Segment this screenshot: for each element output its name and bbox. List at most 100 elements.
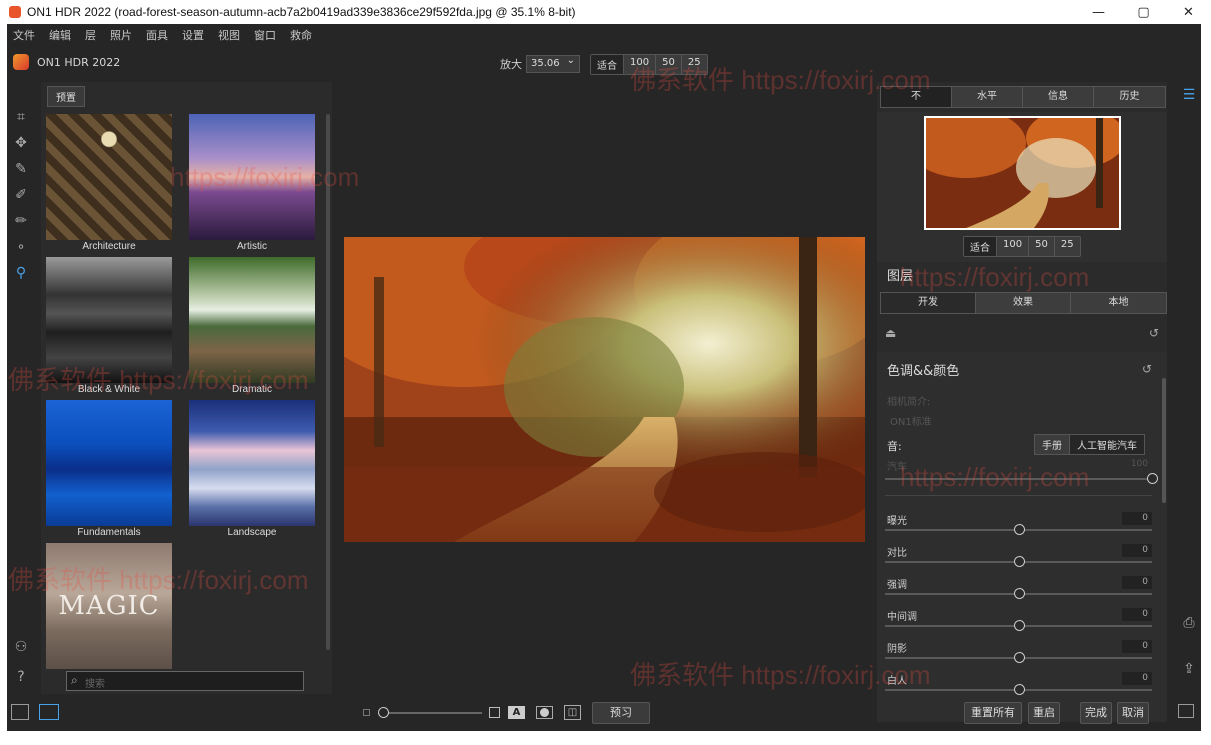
print-icon[interactable]: ⎙	[1175, 610, 1203, 636]
tab-develop[interactable]: 开发	[881, 293, 976, 313]
preset-dramatic[interactable]: Dramatic	[189, 257, 315, 395]
nav-25-button[interactable]: 25	[1054, 237, 1080, 256]
single-panel-icon[interactable]	[11, 704, 29, 720]
tab-effects[interactable]: 效果	[976, 293, 1071, 313]
menu-photo[interactable]: 照片	[110, 27, 132, 43]
menu-window[interactable]: 窗口	[254, 27, 276, 43]
mask-view-icon[interactable]	[536, 706, 553, 719]
slider-knob[interactable]	[1013, 524, 1025, 535]
zoom-select[interactable]: 35.06	[526, 55, 580, 73]
refine-brush-icon[interactable]: ✏	[7, 208, 35, 234]
slider-knob[interactable]	[1013, 588, 1025, 599]
cancel-button[interactable]: 取消	[1117, 702, 1149, 724]
slider-knob[interactable]	[1013, 652, 1025, 663]
preset-architecture[interactable]: Architecture	[46, 114, 172, 252]
shadows-slider[interactable]: 阴影 0	[885, 640, 1152, 670]
mask-brush-icon[interactable]: ✐	[7, 182, 35, 208]
slider-knob[interactable]	[1147, 473, 1158, 484]
slider-value[interactable]: 0	[1122, 672, 1152, 685]
maximize-button[interactable]: ▢	[1121, 0, 1166, 24]
menu-view[interactable]: 视图	[218, 27, 240, 43]
crop-icon[interactable]: ⌗	[7, 104, 35, 130]
title-bar: ON1 HDR 2022 (road-forest-season-autumn-…	[0, 0, 1211, 24]
user-icon[interactable]: ⚇	[7, 634, 35, 660]
done-button[interactable]: 完成	[1080, 702, 1112, 724]
reset-panel-icon[interactable]: ↺	[1149, 326, 1159, 340]
highlights-slider[interactable]: 强调 0	[885, 576, 1152, 606]
export-settings-icon[interactable]: ⏏	[885, 326, 896, 340]
slider-value[interactable]: 0	[1122, 608, 1152, 621]
slider-knob[interactable]	[1013, 684, 1025, 695]
camera-profile-value[interactable]: ON1标准	[890, 413, 932, 428]
menu-file[interactable]: 文件	[13, 27, 35, 43]
tab-history[interactable]: 历史	[1094, 87, 1165, 107]
slider-value[interactable]: 0	[1122, 544, 1152, 557]
slider-knob[interactable]	[1013, 620, 1025, 631]
preset-magic[interactable]: MAGIC	[46, 543, 172, 669]
midtones-slider[interactable]: 中间调 0	[885, 608, 1152, 638]
preset-fundamentals[interactable]: Fundamentals	[46, 400, 172, 538]
slider-value[interactable]: 0	[1122, 512, 1152, 525]
menu-edit[interactable]: 编辑	[49, 27, 71, 43]
zoom-25-button[interactable]: 25	[681, 55, 707, 74]
toggle-right-panel-icon[interactable]	[1178, 704, 1194, 718]
small-zoom-icon[interactable]	[363, 709, 370, 716]
tab-level[interactable]: 水平	[952, 87, 1023, 107]
slider-label: 曝光	[887, 516, 907, 527]
help-icon[interactable]: ?	[7, 664, 35, 690]
slider-value[interactable]: 0	[1122, 576, 1152, 589]
slider-value[interactable]: 0	[1122, 640, 1152, 653]
text-overlay-icon[interactable]: A	[508, 706, 525, 719]
mode-ai-auto[interactable]: 人工智能汽车	[1070, 435, 1144, 454]
menu-help[interactable]: 救命	[290, 27, 312, 43]
compare-icon[interactable]: ◫	[564, 705, 581, 720]
app-body: 文件 编辑 层 照片 面具 设置 视图 窗口 救命 ON1 HDR 2022 放…	[7, 24, 1201, 731]
retouch-icon[interactable]: ∘	[7, 234, 35, 260]
preset-black-white[interactable]: Black & White	[46, 257, 172, 395]
photo-canvas[interactable]	[344, 237, 865, 542]
develop-tabs: 开发 效果 本地	[880, 292, 1167, 314]
reset-button[interactable]: 重启	[1028, 702, 1060, 724]
tab-none[interactable]: 不	[881, 87, 952, 107]
zoom-slider-knob[interactable]	[378, 707, 389, 718]
nav-50-button[interactable]: 50	[1029, 237, 1055, 256]
zoom-50-button[interactable]: 50	[656, 55, 682, 74]
adjust-sliders-icon[interactable]: ☰	[1175, 82, 1203, 108]
close-button[interactable]: ✕	[1166, 0, 1211, 24]
share-icon[interactable]: ⇪	[1175, 656, 1203, 682]
presets-button[interactable]: 预置	[47, 86, 85, 107]
mode-manual[interactable]: 手册	[1035, 435, 1070, 454]
zoom-presets: 适合 100 50 25	[590, 54, 708, 75]
menu-settings[interactable]: 设置	[182, 27, 204, 43]
zoom-fit-button[interactable]: 适合	[591, 55, 624, 74]
brush-icon[interactable]: ✎	[7, 156, 35, 182]
section-reset-icon[interactable]: ↺	[1142, 362, 1152, 376]
navigator-zoom: 适合 100 50 25	[963, 236, 1081, 257]
zoom-100-button[interactable]: 100	[624, 55, 657, 74]
large-zoom-icon[interactable]	[489, 707, 500, 718]
right-panel-scrollbar[interactable]	[1162, 378, 1166, 503]
nav-100-button[interactable]: 100	[997, 237, 1030, 256]
zoom-hand-icon[interactable]: ⚲	[7, 260, 35, 286]
menu-layer[interactable]: 层	[85, 27, 96, 43]
move-icon[interactable]: ✥	[7, 130, 35, 156]
minimize-button[interactable]: —	[1076, 0, 1121, 24]
exposure-slider[interactable]: 曝光 0	[885, 512, 1152, 542]
presets-scrollbar[interactable]	[326, 114, 330, 650]
navigator-preview[interactable]	[924, 116, 1121, 230]
nav-fit-button[interactable]: 适合	[964, 237, 997, 256]
tab-local[interactable]: 本地	[1071, 293, 1166, 313]
preset-artistic[interactable]: Artistic	[189, 114, 315, 252]
auto-slider[interactable]: 汽车 100	[885, 458, 1158, 488]
preset-landscape[interactable]: Landscape	[189, 400, 315, 538]
presets-search-input[interactable]: 搜索	[66, 671, 304, 691]
menu-mask[interactable]: 面具	[146, 27, 168, 43]
tab-info[interactable]: 信息	[1023, 87, 1094, 107]
slider-knob[interactable]	[1013, 556, 1025, 567]
reset-all-button[interactable]: 重置所有	[964, 702, 1022, 724]
dual-panel-icon[interactable]	[39, 704, 59, 720]
preview-button[interactable]: 预习	[592, 702, 650, 724]
mode-tabs: 手册 人工智能汽车	[1034, 434, 1145, 455]
zoom-slider-track[interactable]	[382, 712, 482, 714]
contrast-slider[interactable]: 对比 0	[885, 544, 1152, 574]
